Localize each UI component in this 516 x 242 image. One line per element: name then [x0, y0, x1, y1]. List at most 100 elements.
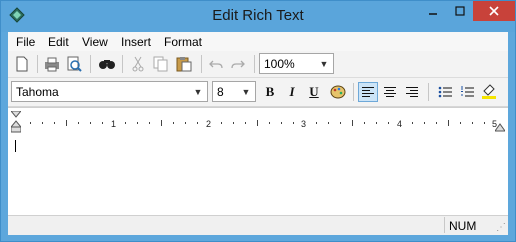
align-center-icon: [384, 87, 396, 97]
align-right-button[interactable]: [402, 82, 422, 102]
maximize-button[interactable]: [447, 1, 473, 21]
italic-button[interactable]: I: [282, 82, 302, 102]
print-icon: [45, 57, 59, 72]
app-window: Edit Rich Text File Edit View Insert For…: [0, 0, 516, 242]
chevron-down-icon[interactable]: ▼: [191, 84, 205, 100]
undo-icon: [209, 60, 223, 69]
bullets-button[interactable]: [435, 82, 455, 102]
close-button[interactable]: [473, 1, 515, 21]
ruler-tick: [65, 120, 67, 126]
ruler-tick: [29, 122, 31, 124]
ruler-tick: [447, 120, 449, 126]
menu-view[interactable]: View: [82, 35, 108, 49]
align-left-button[interactable]: [358, 82, 378, 102]
ruler-tick: [197, 122, 199, 124]
toolbar-separator: [90, 55, 91, 73]
highlight-button[interactable]: [479, 82, 499, 102]
toolbar-separator: [122, 55, 123, 73]
maximize-icon: [455, 6, 465, 16]
color-button[interactable]: [328, 82, 348, 102]
ruler-tick: [137, 122, 139, 124]
ruler-tick: [352, 120, 354, 126]
indent-marker-icon[interactable]: [11, 111, 21, 133]
find-icon: [99, 60, 115, 69]
ruler-number: 5: [492, 119, 498, 129]
print-preview-icon: [67, 56, 82, 72]
chevron-down-icon[interactable]: ▼: [317, 56, 331, 72]
toolbar-separator: [201, 55, 202, 73]
toolbar-separator: [37, 55, 38, 73]
ruler-tick: [483, 122, 485, 124]
status-bar: NUM ⋰: [8, 215, 508, 235]
align-right-icon: [406, 87, 418, 97]
menu-format[interactable]: Format: [164, 35, 202, 49]
print-preview-button[interactable]: [64, 54, 84, 74]
find-button[interactable]: [97, 54, 117, 74]
copy-icon: [153, 56, 168, 72]
ruler-tick: [328, 122, 330, 124]
ruler-tick: [41, 122, 43, 124]
bullet-list-icon: [438, 86, 452, 98]
minimize-button[interactable]: [419, 1, 447, 21]
paste-icon: [176, 57, 192, 72]
ruler-tick: [77, 122, 79, 124]
ruler-number: 2: [206, 119, 212, 129]
ruler-tick: [316, 122, 318, 124]
minimize-icon: [429, 13, 437, 15]
standard-toolbar: 100% ▼: [8, 51, 508, 78]
ruler-tick: [471, 122, 473, 124]
copy-button[interactable]: [151, 54, 171, 74]
align-left-icon: [362, 87, 374, 97]
ruler-tick: [185, 122, 187, 124]
menu-insert[interactable]: Insert: [121, 35, 151, 49]
font-value: Tahoma: [16, 85, 59, 99]
numbering-button[interactable]: [457, 82, 477, 102]
print-button[interactable]: [42, 54, 62, 74]
font-size-select[interactable]: 8 ▼: [212, 81, 256, 102]
bold-button[interactable]: B: [260, 82, 280, 102]
redo-button[interactable]: [228, 54, 248, 74]
resize-grip-icon[interactable]: ⋰: [496, 222, 506, 233]
zoom-value: 100%: [264, 57, 295, 71]
toolbar-separator: [353, 83, 354, 101]
title-bar[interactable]: Edit Rich Text: [1, 1, 515, 32]
ruler-tick: [149, 122, 151, 124]
ruler-tick: [376, 122, 378, 124]
ruler-tick: [53, 122, 55, 124]
ruler-tick: [244, 122, 246, 124]
toolbar-separator: [254, 55, 255, 73]
ruler-tick: [101, 122, 103, 124]
ruler-tick: [340, 122, 342, 124]
chevron-down-icon[interactable]: ▼: [239, 84, 253, 100]
ruler-tick: [161, 120, 163, 126]
menu-bar: File Edit View Insert Format: [8, 32, 508, 51]
font-select[interactable]: Tahoma ▼: [11, 81, 208, 102]
ruler-tick: [292, 122, 294, 124]
ruler[interactable]: 1 2 3 4 5: [8, 107, 508, 137]
text-caret: [15, 140, 16, 152]
paste-button[interactable]: [174, 54, 194, 74]
color-palette-icon: [330, 85, 346, 99]
menu-file[interactable]: File: [16, 35, 35, 49]
ruler-tick: [280, 122, 282, 124]
ruler-number: 1: [111, 119, 117, 129]
ruler-tick: [388, 122, 390, 124]
client-area: File Edit View Insert Format 100% ▼ Taho…: [8, 32, 508, 235]
new-button[interactable]: [12, 54, 32, 74]
highlighter-icon: [482, 84, 496, 99]
zoom-select[interactable]: 100% ▼: [259, 53, 334, 74]
redo-icon: [231, 60, 245, 69]
ruler-number: 3: [301, 119, 307, 129]
ruler-tick: [411, 122, 413, 124]
ruler-tick: [423, 122, 425, 124]
undo-button[interactable]: [206, 54, 226, 74]
cut-button[interactable]: [128, 54, 148, 74]
rich-text-editor[interactable]: [8, 136, 508, 218]
underline-button[interactable]: U: [304, 82, 324, 102]
num-lock-indicator: NUM: [449, 219, 477, 233]
font-size-value: 8: [217, 85, 224, 99]
align-center-button[interactable]: [380, 82, 400, 102]
ruler-tick: [256, 120, 258, 126]
menu-edit[interactable]: Edit: [48, 35, 69, 49]
close-icon: [489, 6, 499, 16]
